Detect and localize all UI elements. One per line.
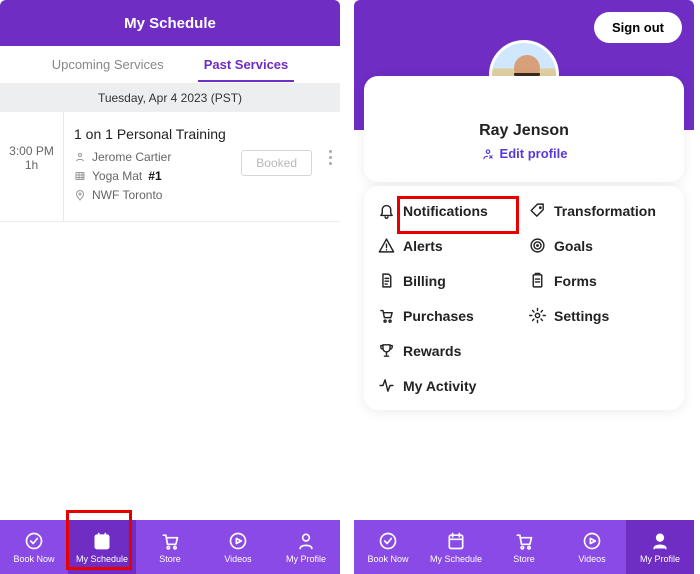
activity-icon [378,377,395,394]
calendar-icon [92,531,112,551]
bell-icon [378,202,395,219]
nav-store[interactable]: Store [136,520,204,574]
location-row: NWF Toronto [74,188,330,202]
invoice-icon [378,272,395,289]
cart-icon [514,531,534,551]
menu-transformation[interactable]: Transformation [529,202,670,219]
profile-name: Ray Jenson [376,122,672,140]
check-circle-icon [378,531,398,551]
equipment-number: #1 [148,169,161,183]
location-name: NWF Toronto [92,188,162,202]
person-icon [650,531,670,551]
right-screen: Sign out Ray Jenson Edit profile Notific… [354,0,694,574]
left-screen: My Schedule Upcoming Services Past Servi… [0,0,340,574]
target-icon [529,237,546,254]
check-circle-icon [24,531,44,551]
tab-upcoming[interactable]: Upcoming Services [52,57,164,72]
tab-past[interactable]: Past Services [204,57,289,72]
nav-store[interactable]: Store [490,520,558,574]
trophy-icon [378,342,395,359]
equipment-name: Yoga Mat [92,169,142,183]
more-icon[interactable] [329,150,332,165]
appointment-time: 3:00 PM 1h [0,112,64,221]
nav-profile[interactable]: My Profile [626,520,694,574]
tabs: Upcoming Services Past Services [0,46,340,84]
menu-notifications[interactable]: Notifications [378,202,519,219]
cart-icon [378,307,395,324]
appointment-title: 1 on 1 Personal Training [74,126,330,142]
profile-card: Ray Jenson Edit profile [364,76,684,182]
edit-profile-link[interactable]: Edit profile [481,146,568,161]
play-circle-icon [582,531,602,551]
gear-icon [529,307,546,324]
trainer-name: Jerome Cartier [92,150,171,164]
time-label: 3:00 PM [9,144,54,158]
nav-profile[interactable]: My Profile [272,520,340,574]
play-circle-icon [228,531,248,551]
clipboard-icon [529,272,546,289]
menu-settings[interactable]: Settings [529,307,670,324]
grid-icon [74,170,86,182]
page-title: My Schedule [0,0,340,46]
nav-schedule[interactable]: My Schedule [68,520,136,574]
nav-schedule[interactable]: My Schedule [422,520,490,574]
calendar-icon [446,531,466,551]
menu-rewards[interactable]: Rewards [378,342,519,359]
nav-videos[interactable]: Videos [558,520,626,574]
menu-alerts[interactable]: Alerts [378,237,519,254]
menu-billing[interactable]: Billing [378,272,519,289]
duration-label: 1h [25,158,38,172]
menu-goals[interactable]: Goals [529,237,670,254]
nav-book[interactable]: Book Now [354,520,422,574]
cart-icon [160,531,180,551]
status-badge: Booked [241,150,312,176]
pin-icon [74,189,86,201]
tag-icon [529,202,546,219]
menu-purchases[interactable]: Purchases [378,307,519,324]
person-icon [74,151,86,163]
nav-videos[interactable]: Videos [204,520,272,574]
menu-panel: Notifications Transformation Alerts Goal… [364,186,684,410]
date-header: Tuesday, Apr 4 2023 (PST) [0,84,340,112]
warning-icon [378,237,395,254]
appointment-body: 1 on 1 Personal Training Jerome Cartier … [64,112,340,221]
bottom-nav: Book Now My Schedule Store Videos My Pro… [354,520,694,574]
appointment-row[interactable]: 3:00 PM 1h 1 on 1 Personal Training Jero… [0,112,340,222]
bottom-nav: Book Now My Schedule Store Videos My Pro… [0,520,340,574]
person-icon [296,531,316,551]
sign-out-button[interactable]: Sign out [594,12,682,43]
menu-forms[interactable]: Forms [529,272,670,289]
menu-activity[interactable]: My Activity [378,377,519,394]
pencil-icon [481,147,495,161]
nav-book[interactable]: Book Now [0,520,68,574]
